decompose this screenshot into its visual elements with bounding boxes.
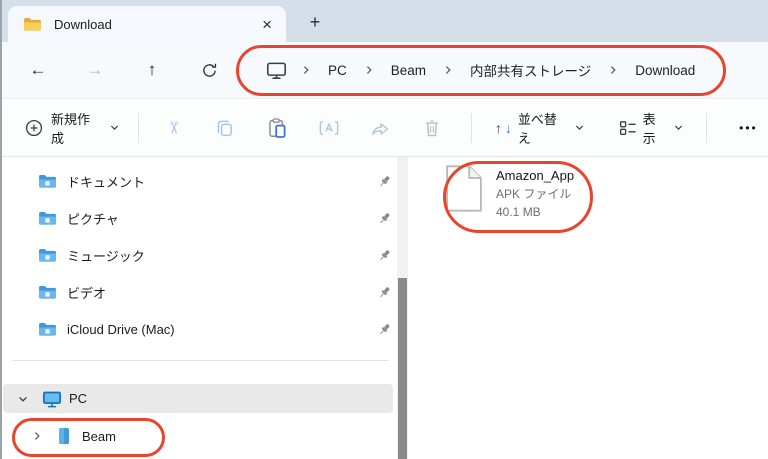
sidebar-section-divider — [12, 360, 389, 361]
breadcrumb-separator-icon — [363, 64, 375, 76]
file-size: 40.1 MB — [496, 205, 541, 219]
breadcrumb-item-pc[interactable]: PC — [325, 61, 350, 80]
address-bar: ← → ↑ PC Beam 内部共有ストレージ Download — [0, 42, 768, 99]
sidebar-item-icloud-drive[interactable]: iCloud Drive (Mac) — [0, 311, 397, 348]
sidebar-item-pc[interactable]: PC — [3, 384, 393, 413]
tab-bar: Download × + — [0, 0, 768, 42]
up-icon[interactable]: ↑ — [130, 52, 174, 88]
sidebar-item-label: Beam — [82, 428, 116, 444]
this-pc-monitor-icon[interactable] — [266, 61, 287, 80]
pin-icon — [377, 285, 392, 300]
explorer-body: ドキュメント ピクチャ ミュージック ビデオ iCloud Drive (Mac — [0, 157, 768, 459]
sidebar-item-label: ミュージック — [67, 249, 145, 264]
copy-button[interactable] — [199, 110, 251, 146]
file-type: APK ファイル — [496, 187, 572, 201]
view-button-label: 表示 — [642, 111, 656, 146]
command-toolbar: 新規作成 ✂ ↑ ↓ 並べ替え 表示 ••• — [0, 99, 768, 157]
new-button-label: 新規作成 — [51, 111, 91, 146]
breadcrumb-separator-icon — [607, 64, 619, 76]
file-details: Amazon_App APK ファイル 40.1 MB — [496, 164, 574, 221]
sidebar-item-beam[interactable]: Beam — [3, 421, 393, 451]
documents-folder-icon — [38, 174, 57, 189]
file-list-pane: Amazon_App APK ファイル 40.1 MB — [408, 157, 768, 459]
tab-close-icon[interactable]: × — [262, 16, 272, 33]
videos-folder-icon — [38, 285, 57, 300]
share-button[interactable] — [354, 110, 406, 146]
chevron-down-icon — [673, 122, 684, 133]
more-options-button[interactable]: ••• — [729, 110, 768, 146]
sidebar-scrollbar[interactable] — [397, 157, 408, 459]
toolbar-divider — [137, 112, 139, 143]
breadcrumb-separator-icon — [442, 64, 454, 76]
sidebar-item-pictures[interactable]: ピクチャ — [0, 200, 397, 237]
pin-icon — [377, 248, 392, 263]
phone-device-icon — [58, 427, 70, 445]
file-explorer-window: Download × + ← → ↑ PC Beam 内部共有ストレージ Dow… — [0, 0, 768, 459]
view-button[interactable]: 表示 — [609, 110, 694, 146]
view-layout-icon — [619, 120, 637, 136]
chevron-right-icon[interactable] — [31, 430, 43, 442]
tab-title: Download — [54, 16, 112, 32]
forward-icon[interactable]: → — [73, 52, 117, 88]
breadcrumb-separator-icon — [300, 64, 312, 76]
chevron-down-icon — [574, 122, 585, 133]
file-icon — [445, 164, 483, 213]
pin-icon — [377, 174, 392, 189]
pc-monitor-icon — [42, 390, 62, 408]
scrollbar-thumb[interactable] — [398, 278, 407, 459]
icloud-folder-icon — [38, 322, 57, 337]
delete-button[interactable] — [406, 110, 458, 146]
sidebar-item-label: ドキュメント — [67, 175, 146, 190]
sidebar-item-label: PC — [69, 391, 88, 406]
share-icon — [371, 120, 390, 136]
sidebar-item-label: iCloud Drive (Mac) — [67, 322, 175, 337]
sidebar-item-videos[interactable]: ビデオ — [0, 274, 397, 311]
cut-button[interactable]: ✂ — [148, 110, 200, 146]
rename-button[interactable] — [303, 110, 355, 146]
rename-icon — [319, 120, 339, 136]
sidebar-item-music[interactable]: ミュージック — [0, 237, 397, 274]
toolbar-divider — [470, 112, 472, 143]
file-name: Amazon_App — [496, 168, 575, 183]
sort-arrow-down-icon: ↓ — [504, 119, 512, 136]
paste-clipboard-icon — [268, 118, 286, 138]
pin-icon — [377, 211, 392, 226]
sort-button[interactable]: ↑ ↓ 並べ替え — [485, 110, 595, 146]
sidebar-item-label: ビデオ — [67, 286, 107, 301]
cut-scissors-icon: ✂ — [164, 120, 184, 135]
breadcrumb-item-beam[interactable]: Beam — [388, 61, 429, 80]
new-button[interactable]: 新規作成 — [16, 110, 129, 146]
folder-icon — [23, 17, 42, 32]
pin-icon — [377, 322, 392, 337]
breadcrumb: PC Beam 内部共有ストレージ Download — [266, 58, 698, 82]
navigation-pane: ドキュメント ピクチャ ミュージック ビデオ iCloud Drive (Mac — [0, 157, 397, 459]
breadcrumb-item-download[interactable]: Download — [632, 61, 698, 80]
plus-circle-icon — [25, 119, 43, 137]
toolbar-divider — [705, 112, 707, 143]
new-tab-button[interactable]: + — [300, 8, 330, 36]
chevron-down-icon[interactable] — [17, 393, 29, 405]
sidebar-item-documents[interactable]: ドキュメント — [0, 163, 397, 200]
music-folder-icon — [38, 248, 57, 263]
trash-icon — [424, 119, 440, 137]
chevron-down-icon — [109, 122, 120, 133]
sidebar-item-label: ピクチャ — [67, 212, 119, 227]
breadcrumb-item-internal-storage[interactable]: 内部共有ストレージ — [467, 58, 594, 82]
paste-button[interactable] — [251, 110, 303, 146]
pictures-folder-icon — [38, 211, 57, 226]
sort-arrow-up-icon: ↑ — [494, 119, 502, 136]
back-icon[interactable]: ← — [16, 52, 60, 88]
refresh-icon[interactable] — [187, 52, 231, 88]
window-left-edge — [0, 0, 2, 459]
copy-icon — [216, 119, 234, 137]
file-item-amazon-app[interactable]: Amazon_App APK ファイル 40.1 MB — [445, 164, 574, 221]
sort-button-label: 並べ替え — [517, 111, 557, 146]
tab-download[interactable]: Download × — [8, 6, 286, 42]
